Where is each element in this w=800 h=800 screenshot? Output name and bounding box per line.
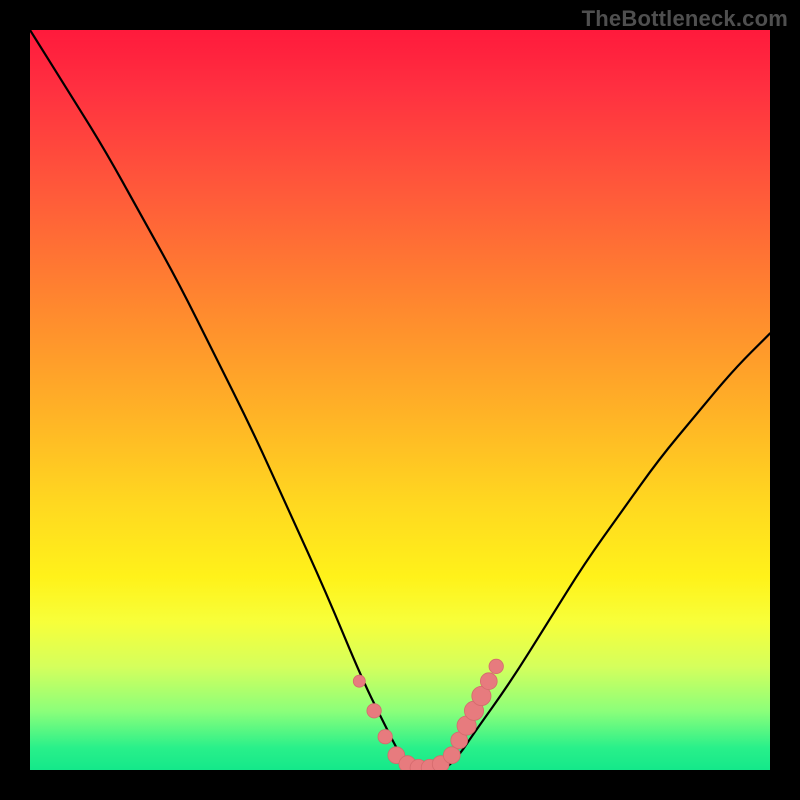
curve-marker bbox=[480, 673, 497, 690]
curve-markers bbox=[353, 659, 503, 770]
bottleneck-curve-svg bbox=[30, 30, 770, 770]
chart-frame: TheBottleneck.com bbox=[0, 0, 800, 800]
curve-marker bbox=[443, 747, 460, 764]
plot-area bbox=[30, 30, 770, 770]
bottleneck-curve bbox=[30, 30, 770, 770]
curve-marker bbox=[353, 675, 365, 687]
watermark-text: TheBottleneck.com bbox=[582, 6, 788, 32]
curve-marker bbox=[367, 704, 381, 718]
curve-marker bbox=[378, 730, 392, 744]
curve-marker bbox=[489, 659, 503, 673]
